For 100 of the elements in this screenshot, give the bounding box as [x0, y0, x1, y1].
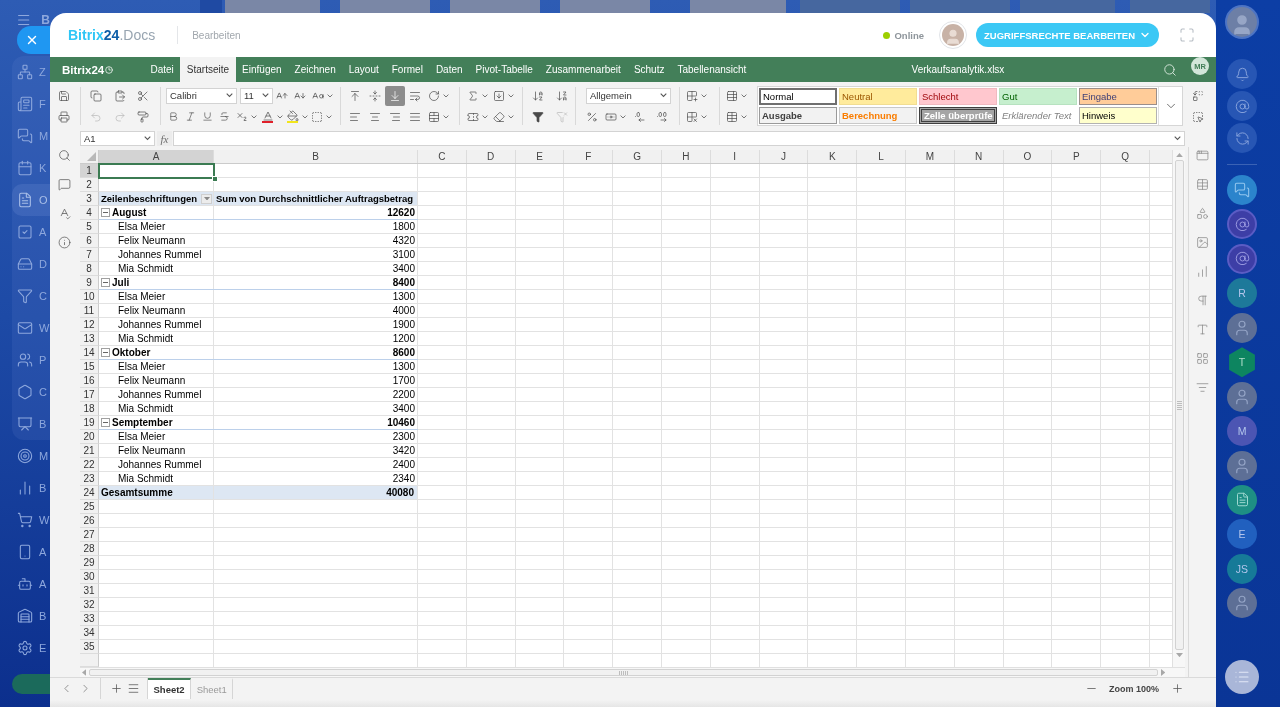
assistant-button[interactable] — [1227, 91, 1257, 121]
cell-style-option[interactable]: Ausgabe — [759, 107, 837, 124]
menu-tab[interactable]: Formel — [385, 57, 430, 82]
row-header[interactable]: 2 — [80, 178, 99, 192]
row-header[interactable]: 30 — [80, 570, 99, 584]
assistant-avatar[interactable] — [1227, 243, 1257, 274]
row-header[interactable]: 11 — [80, 304, 99, 318]
column-header[interactable]: F — [564, 150, 614, 163]
vertical-align-button[interactable] — [385, 85, 405, 106]
column-header[interactable]: L — [857, 150, 906, 163]
row-header[interactable]: 24 — [80, 486, 99, 500]
minus-box-icon[interactable] — [101, 278, 110, 287]
sheet-tab[interactable]: Sheet2 — [148, 678, 192, 699]
scrollbar-thumb[interactable] — [89, 669, 1158, 676]
column-header[interactable]: P — [1052, 150, 1102, 163]
fill-handle[interactable] — [212, 176, 218, 182]
nav-item[interactable]: A — [12, 568, 50, 600]
minus-box-icon[interactable] — [101, 348, 110, 357]
row-header[interactable]: 7 — [80, 248, 99, 262]
menu-tab[interactable]: Daten — [429, 57, 470, 82]
menu-tab[interactable]: Zusammenarbeit — [539, 57, 628, 82]
column-header[interactable]: Q — [1101, 150, 1150, 163]
chat-avatar[interactable] — [1227, 175, 1257, 205]
cell-style-option[interactable]: Normal — [759, 88, 837, 105]
vertical-scrollbar[interactable] — [1172, 150, 1185, 667]
row-header[interactable]: 9 — [80, 276, 99, 290]
cell-style-option[interactable]: Hinweis — [1079, 107, 1157, 124]
column-header[interactable]: H — [662, 150, 711, 163]
assistant-avatar[interactable] — [1227, 209, 1257, 240]
menu-tab[interactable]: Datei — [144, 57, 181, 82]
photo-avatar[interactable] — [1227, 312, 1257, 343]
column-header[interactable]: E — [515, 150, 565, 163]
photo-avatar[interactable] — [1227, 588, 1257, 619]
initials-avatar[interactable]: E — [1227, 519, 1257, 550]
row-header[interactable]: 4 — [80, 206, 99, 220]
nav-item[interactable]: M — [12, 440, 50, 472]
row-header[interactable]: 13 — [80, 332, 99, 346]
row-header[interactable]: 20 — [80, 430, 99, 444]
row-header[interactable]: 35 — [80, 640, 99, 654]
menu-tab[interactable]: Tabellenansicht — [670, 57, 753, 82]
row-header[interactable]: 5 — [80, 220, 99, 234]
row-header[interactable]: 6 — [80, 234, 99, 248]
notifications-button[interactable] — [1227, 59, 1257, 89]
menu-tab[interactable]: Schutz — [627, 57, 671, 82]
formula-input[interactable] — [173, 131, 1185, 146]
column-header[interactable]: D — [466, 150, 516, 163]
column-header[interactable]: N — [954, 150, 1004, 163]
name-box[interactable]: A1 — [80, 131, 155, 146]
minus-box-icon[interactable] — [101, 208, 110, 217]
nav-item[interactable]: B — [12, 600, 50, 632]
cell-style-option[interactable]: Eingabe — [1079, 88, 1157, 105]
menu-tab[interactable]: Einfügen — [235, 57, 289, 82]
column-header[interactable]: M — [905, 150, 955, 163]
photo-avatar[interactable] — [1227, 450, 1257, 481]
row-header[interactable]: 12 — [80, 318, 99, 332]
filter-dropdown-button[interactable] — [201, 193, 212, 204]
row-header[interactable]: 28 — [80, 542, 99, 556]
row-header[interactable]: 26 — [80, 514, 99, 528]
menu-tab[interactable]: Startseite — [180, 57, 236, 82]
font-select[interactable]: Calibri — [166, 87, 237, 104]
cell-style-option[interactable]: Schlecht — [919, 88, 997, 105]
row-header[interactable]: 34 — [80, 626, 99, 640]
row-header[interactable]: 16 — [80, 374, 99, 388]
column-header[interactable]: J — [759, 150, 809, 163]
nav-item[interactable]: A — [12, 536, 50, 568]
photo-avatar[interactable] — [1227, 381, 1257, 412]
row-header[interactable]: 32 — [80, 598, 99, 612]
row-header[interactable]: 23 — [80, 472, 99, 486]
nav-item[interactable]: E — [12, 632, 50, 664]
initials-avatar[interactable]: M — [1227, 416, 1257, 447]
document-avatar[interactable] — [1227, 484, 1257, 515]
function-button[interactable]: fx — [157, 131, 172, 146]
row-header[interactable]: 8 — [80, 262, 99, 276]
column-header[interactable]: C — [418, 150, 467, 163]
column-header[interactable]: O — [1003, 150, 1053, 163]
menu-tab[interactable]: Layout — [342, 57, 386, 82]
menu-tab[interactable]: Zeichnen — [288, 57, 343, 82]
user-avatar[interactable] — [1225, 5, 1259, 39]
row-header[interactable]: 33 — [80, 612, 99, 626]
refresh-button[interactable] — [1227, 123, 1257, 153]
cell-style-option[interactable]: Gut — [999, 88, 1077, 105]
menu-button[interactable] — [1225, 660, 1259, 694]
column-header[interactable]: K — [808, 150, 858, 163]
column-header[interactable]: I — [710, 150, 760, 163]
nav-action-button[interactable] — [12, 674, 50, 694]
cell-style-option[interactable]: Neutral — [839, 88, 917, 105]
nav-item[interactable]: W — [12, 504, 50, 536]
number-format-select[interactable]: Allgemein — [586, 87, 671, 104]
row-header[interactable]: 29 — [80, 556, 99, 570]
row-header[interactable]: 15 — [80, 360, 99, 374]
minus-box-icon[interactable] — [101, 418, 110, 427]
column-header[interactable]: B — [214, 150, 418, 163]
column-header[interactable]: G — [613, 150, 662, 163]
row-header[interactable]: 19 — [80, 416, 99, 430]
row-header[interactable]: 25 — [80, 500, 99, 514]
close-button[interactable] — [17, 26, 50, 54]
row-header[interactable]: 14 — [80, 346, 99, 360]
row-header[interactable]: 31 — [80, 584, 99, 598]
row-header[interactable]: 27 — [80, 528, 99, 542]
row-header[interactable]: 22 — [80, 458, 99, 472]
